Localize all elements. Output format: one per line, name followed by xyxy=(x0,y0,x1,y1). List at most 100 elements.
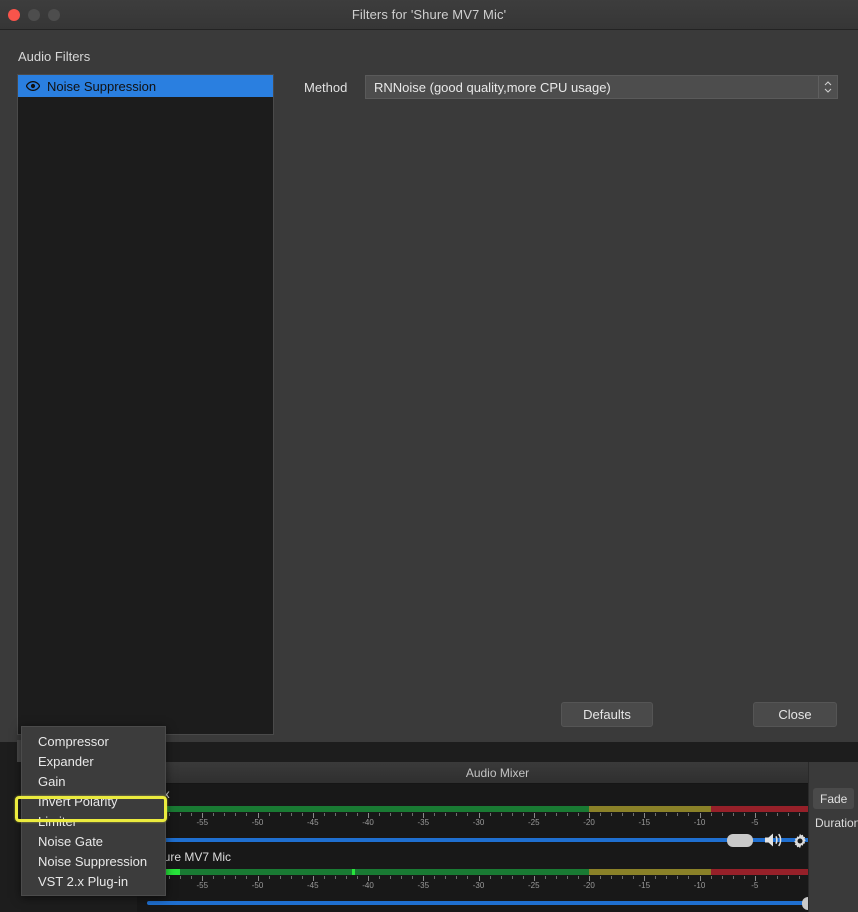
minimize-window-button[interactable] xyxy=(28,9,40,21)
meter-yellow-zone xyxy=(589,806,711,812)
meter-tick xyxy=(224,876,226,879)
mixer-track-list: Aux 0.0 dB -60-55-50-45-40-35-30-25-20-1… xyxy=(137,784,858,912)
meter-tick xyxy=(732,876,734,879)
meter-tick-label: -55 xyxy=(196,818,209,827)
meter-tick xyxy=(511,813,513,816)
meter-tick xyxy=(655,876,657,879)
meter-tick xyxy=(555,813,557,816)
meter-tick xyxy=(765,876,767,879)
volume-meter xyxy=(147,869,810,875)
volume-slider-row xyxy=(147,832,847,849)
meter-tick-label: -25 xyxy=(527,881,540,890)
method-combobox-stepper[interactable] xyxy=(818,76,837,98)
meter-tick xyxy=(290,876,292,879)
meter-tick xyxy=(787,813,789,816)
context-menu-item-gain[interactable]: Gain xyxy=(22,771,165,791)
duration-label: Duration xyxy=(815,816,858,830)
meter-tick-label: -45 xyxy=(306,881,319,890)
meter-tick xyxy=(577,813,579,816)
filter-list-item-noise-suppression[interactable]: Noise Suppression xyxy=(18,75,273,97)
meter-tick xyxy=(445,876,447,879)
meter-tick xyxy=(279,876,281,879)
eye-icon[interactable] xyxy=(25,79,41,94)
meter-tick-label: -30 xyxy=(472,881,485,890)
chevron-up-icon xyxy=(824,81,832,86)
meter-tick xyxy=(566,813,568,816)
meter-tick xyxy=(323,813,325,816)
meter-tick xyxy=(798,813,800,816)
meter-tick xyxy=(743,876,745,879)
meter-tick xyxy=(489,876,491,879)
meter-red-zone xyxy=(710,869,810,875)
context-menu-item-expander[interactable]: Expander xyxy=(22,751,165,771)
meter-tick-label: -55 xyxy=(196,881,209,890)
meter-tick xyxy=(776,813,778,816)
volume-slider-track[interactable] xyxy=(147,838,823,842)
meter-tick xyxy=(677,813,679,816)
meter-tick xyxy=(721,876,723,879)
meter-tick xyxy=(500,813,502,816)
meter-tick xyxy=(577,876,579,879)
meter-tick-label: -5 xyxy=(751,881,759,890)
add-filter-context-menu: Compressor Expander Gain Invert Polarity Lim… xyxy=(21,726,166,896)
context-menu-item-noise-gate[interactable]: Noise Gate xyxy=(22,831,165,851)
meter-tick xyxy=(666,876,668,879)
filter-list[interactable]: Noise Suppression xyxy=(17,74,274,735)
volume-slider-handle[interactable] xyxy=(727,834,753,847)
meter-tick xyxy=(301,813,303,816)
audio-mixer-dock: Audio Mixer Aux 0.0 dB -60-55-50-45-40-3… xyxy=(137,762,858,912)
volume-meter xyxy=(147,806,810,812)
meter-tick xyxy=(522,876,524,879)
meter-tick xyxy=(246,876,248,879)
meter-red-zone xyxy=(710,806,810,812)
meter-tick xyxy=(467,876,469,879)
meter-tick xyxy=(412,876,414,879)
meter-tick-label: -35 xyxy=(417,818,430,827)
meter-tick-label: -25 xyxy=(527,818,540,827)
meter-tick xyxy=(710,876,712,879)
meter-tick xyxy=(169,813,171,816)
context-menu-item-vst-2-x-plug-in[interactable]: VST 2.x Plug-in xyxy=(22,871,165,891)
meter-tick-label: -15 xyxy=(638,818,651,827)
meter-tick xyxy=(677,876,679,879)
meter-tick-label: -50 xyxy=(251,881,264,890)
meter-tick xyxy=(191,813,193,816)
context-menu-item-invert-polarity[interactable]: Invert Polarity xyxy=(22,791,165,811)
method-label: Method xyxy=(304,79,348,95)
meter-tick xyxy=(390,813,392,816)
meter-tick xyxy=(710,813,712,816)
meter-tick xyxy=(434,813,436,816)
meter-tick-label: -5 xyxy=(751,818,759,827)
meter-tick xyxy=(633,876,635,879)
mixer-track-shure-mv7-mic: Shure MV7 Mic 0.0 dB -60-55-50-45-40-35-… xyxy=(137,850,858,912)
audio-mixer-header: Audio Mixer xyxy=(137,762,858,784)
close-window-button[interactable] xyxy=(8,9,20,21)
mixer-track-aux: Aux 0.0 dB -60-55-50-45-40-35-30-25-20-1… xyxy=(137,787,858,850)
volume-slider-track[interactable] xyxy=(147,901,823,905)
fade-transition-button[interactable]: Fade xyxy=(813,788,855,809)
meter-tick xyxy=(511,876,513,879)
close-button[interactable]: Close xyxy=(753,702,837,727)
meter-tick-label: -40 xyxy=(362,818,374,827)
defaults-button[interactable]: Defaults xyxy=(561,702,653,727)
meter-tick-label: -30 xyxy=(472,818,485,827)
method-combobox[interactable]: RNNoise (good quality,more CPU usage) xyxy=(365,75,838,99)
meter-tick xyxy=(268,813,270,816)
context-menu-item-limiter[interactable]: Limiter xyxy=(22,811,165,831)
context-menu-item-compressor[interactable]: Compressor xyxy=(22,731,165,751)
meter-tick-label: -40 xyxy=(362,881,374,890)
meter-tick xyxy=(566,876,568,879)
meter-tick xyxy=(721,813,723,816)
meter-tick xyxy=(544,813,546,816)
meter-tick-label: -45 xyxy=(306,818,319,827)
meter-tick-label: -10 xyxy=(693,881,706,890)
context-menu-item-noise-suppression[interactable]: Noise Suppression xyxy=(22,851,165,871)
meter-tick xyxy=(655,813,657,816)
meter-tick xyxy=(290,813,292,816)
meter-tick xyxy=(622,876,624,879)
method-row: Method RNNoise (good quality,more CPU us… xyxy=(304,75,838,99)
method-combobox-value: RNNoise (good quality,more CPU usage) xyxy=(374,79,611,95)
meter-tick xyxy=(246,813,248,816)
zoom-window-button[interactable] xyxy=(48,9,60,21)
meter-tick xyxy=(390,876,392,879)
